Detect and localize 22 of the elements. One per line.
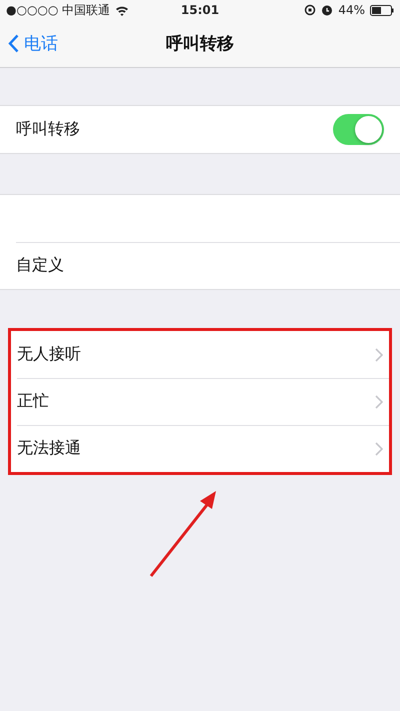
wifi-icon [115, 4, 130, 16]
back-chevron-icon [8, 34, 19, 53]
list-row[interactable]: 无人接听 [11, 331, 389, 378]
carrier-label: ●○○○○ 中国联通 [6, 2, 110, 18]
chevron-icon [375, 442, 383, 456]
battery-icon [370, 4, 394, 16]
row-label: 无人接听 [17, 344, 81, 365]
row-label: 呼叫转移 [16, 119, 80, 140]
list-row[interactable]: 无法接通 [11, 425, 389, 472]
rotation-lock-icon [304, 4, 316, 16]
page-title: 呼叫转移 [166, 33, 234, 55]
chevron-icon [375, 348, 383, 362]
row-label: 无法接通 [17, 438, 81, 459]
time-label: 15:01 [180, 3, 220, 17]
back-button[interactable]: 电话 [0, 32, 66, 55]
row-label: 自定义 [16, 255, 64, 276]
battery-label: 44% [338, 3, 365, 17]
chevron-icon [375, 394, 383, 408]
toggle-switch[interactable] [333, 114, 384, 145]
alarm-icon [321, 4, 334, 16]
row-label: 正忙 [17, 391, 49, 412]
list-row[interactable]: 正忙 [11, 378, 389, 425]
